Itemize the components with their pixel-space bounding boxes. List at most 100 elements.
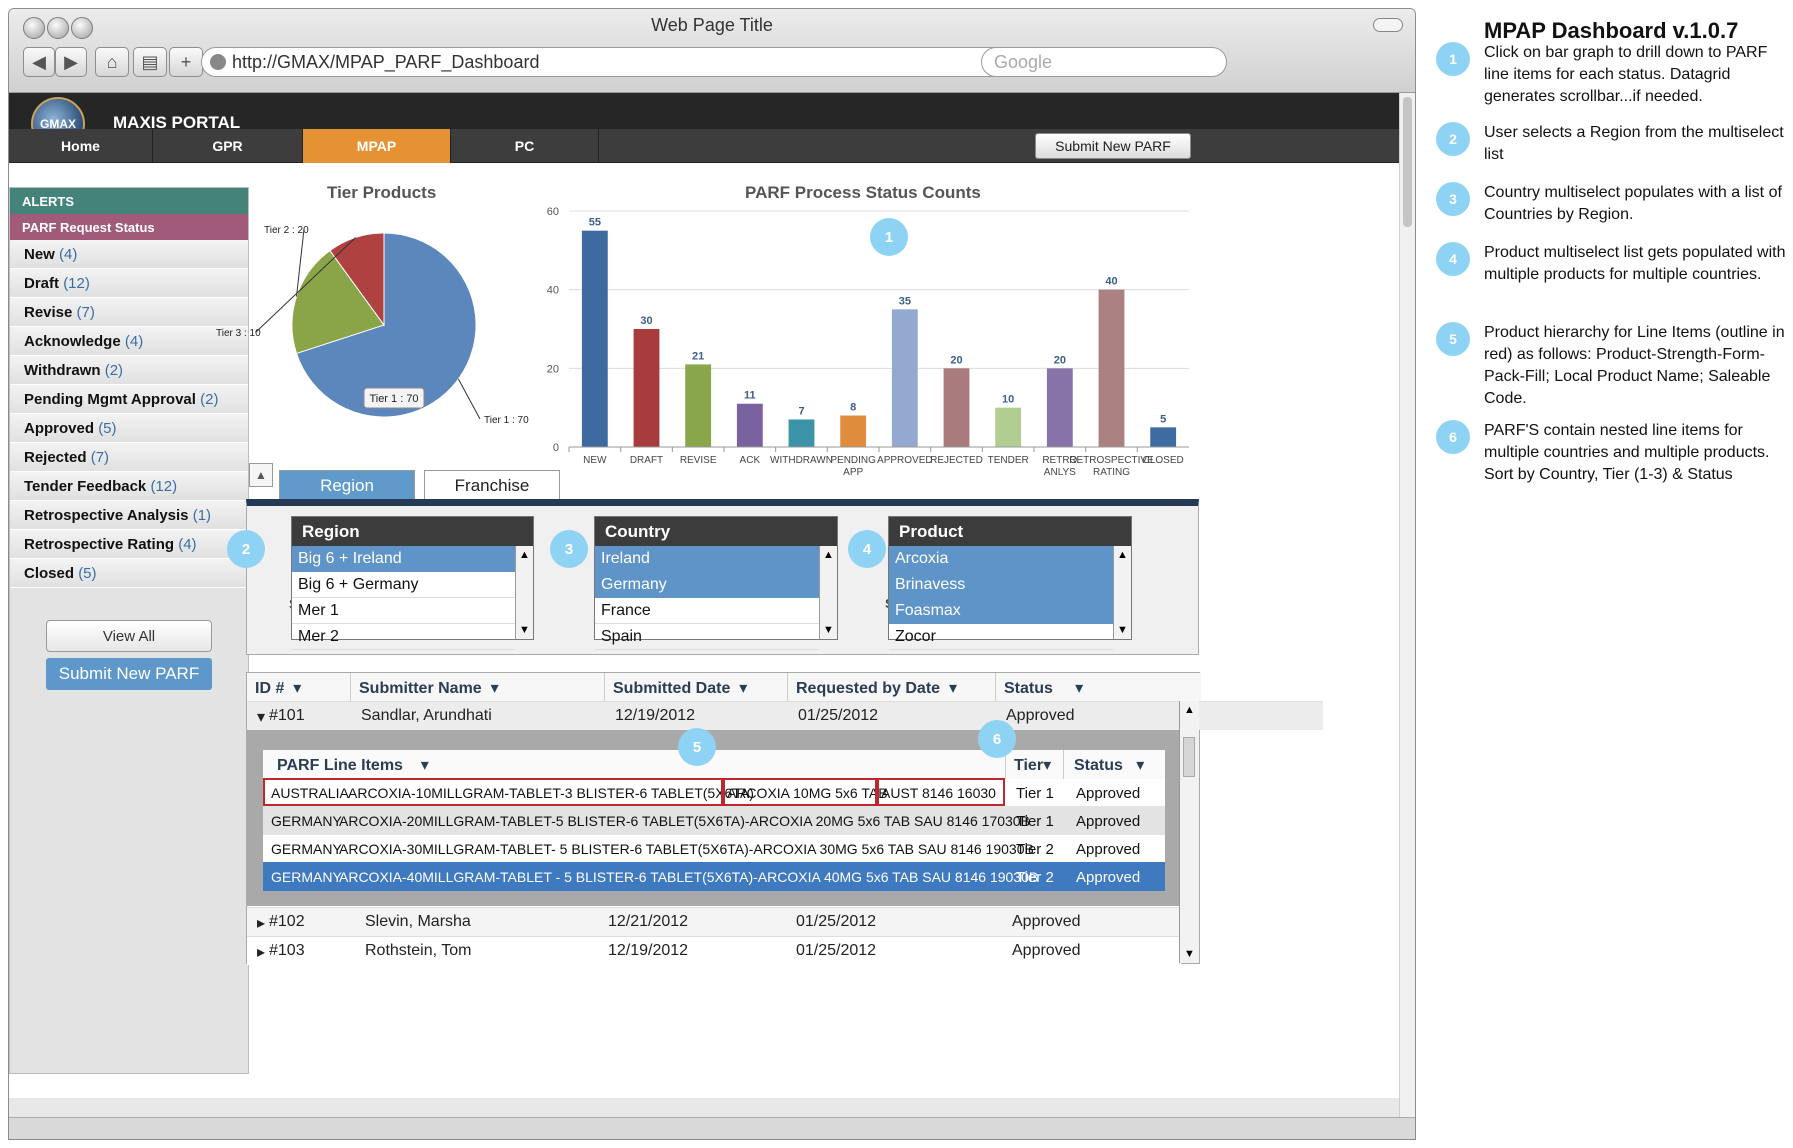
datagrid-scrollbar[interactable]: ▲ ▼	[1179, 701, 1199, 963]
bar-revise[interactable]	[685, 364, 712, 447]
status-item[interactable]: Tender Feedback (12)	[10, 472, 248, 501]
line-item-row[interactable]: GERMANY ARCOXIA-20MILLGRAM-TABLET-5 BLIS…	[263, 806, 1165, 835]
pie-tooltip: Tier 1 : 70	[363, 387, 425, 409]
product-option[interactable]: Zocor	[889, 624, 1113, 650]
nav-mpap[interactable]: MPAP	[303, 129, 451, 163]
bar-retro-anlys[interactable]	[1046, 368, 1073, 447]
bar-tender[interactable]	[995, 407, 1022, 447]
bar-value-label: 40	[1105, 276, 1117, 288]
status-item[interactable]: Withdrawn (2)	[10, 356, 248, 385]
print-icon[interactable]: ▤	[133, 47, 167, 77]
country-list-title: Country	[595, 517, 837, 546]
view-all-button[interactable]: View All	[46, 620, 212, 652]
scroll-thumb[interactable]	[1183, 737, 1195, 777]
page-scroll-thumb[interactable]	[1403, 97, 1412, 227]
col-line-status[interactable]: Status ▾	[1063, 750, 1165, 779]
collapse-panel-button[interactable]: ▲	[249, 463, 273, 487]
browser-titlebar: Web Page Title ◀ ▶ ⌂ ▤ + http://GMAX/MPA…	[9, 9, 1415, 93]
expand-icon: ▸	[257, 915, 266, 932]
dashboard-content: ALERTS PARF Request Status New (4) Draft …	[9, 163, 1401, 1098]
status-item[interactable]: Retrospective Rating (4)	[10, 530, 248, 559]
product-list-title: Product	[889, 517, 1131, 546]
product-option[interactable]: Brinavess	[889, 572, 1113, 598]
status-item[interactable]: Approved (5)	[10, 414, 248, 443]
country-multiselect[interactable]: Country Ireland Germany France Spain ▲ ▼	[594, 516, 838, 650]
status-item[interactable]: Retrospective Analysis (1)	[10, 501, 248, 530]
parf-request-status-header: PARF Request Status	[10, 214, 248, 240]
callout-2: 2	[227, 530, 265, 568]
notes-title: MPAP Dashboard v.1.0.7	[1484, 18, 1739, 43]
country-option[interactable]: Spain	[595, 624, 819, 650]
region-list-scrollbar[interactable]: ▲ ▼	[515, 546, 533, 639]
country-option[interactable]: Ireland	[595, 546, 819, 572]
bar-pending-app[interactable]	[840, 415, 867, 447]
country-option[interactable]: France	[595, 598, 819, 624]
table-row[interactable]: ▾ #101 Sandlar, Arundhati 12/19/2012 01/…	[247, 701, 1323, 730]
region-option[interactable]: Big 6 + Germany	[292, 572, 515, 598]
line-item-row[interactable]: GERMANY ARCOXIA-30MILLGRAM-TABLET- 5 BLI…	[263, 834, 1165, 863]
bar-withdrawn[interactable]	[788, 419, 815, 447]
table-row[interactable]: ▸ #102 Slevin, Marsha 12/21/2012 01/25/2…	[247, 907, 1181, 936]
region-multiselect[interactable]: Region Big 6 + Ireland Big 6 + Germany Mer…	[291, 516, 534, 650]
search-input[interactable]: Google	[981, 47, 1227, 77]
address-bar[interactable]: http://GMAX/MPAP_PARF_Dashboard	[201, 47, 1091, 77]
x-tick-label: CLOSED	[1143, 455, 1184, 466]
x-tick-label: APPROVED	[877, 455, 933, 466]
col-submitter[interactable]: Submitter Name ▾	[351, 673, 605, 701]
tab-region[interactable]: Region	[279, 470, 415, 500]
nav-home[interactable]: Home	[9, 129, 153, 163]
country-list-scrollbar[interactable]: ▲ ▼	[819, 546, 837, 639]
bar-new[interactable]	[581, 230, 608, 447]
window-title: Web Page Title	[651, 15, 773, 35]
nav-gpr[interactable]: GPR	[153, 129, 303, 163]
bar-closed[interactable]	[1150, 427, 1177, 447]
col-requested-date[interactable]: Requested by Date ▾	[788, 673, 996, 701]
line-item-row-selected[interactable]: GERMANY ARCOXIA-40MILLGRAM-TABLET - 5 BL…	[263, 862, 1165, 891]
back-icon[interactable]: ◀	[23, 47, 55, 77]
table-row[interactable]: ▸ #103 Rothstein, Tom 12/19/2012 01/25/2…	[247, 936, 1181, 965]
expand-icon: ▸	[257, 944, 266, 961]
x-tick-label: TENDER	[988, 455, 1029, 466]
status-item[interactable]: Revise (7)	[10, 298, 248, 327]
status-item[interactable]: Pending Mgmt Approval (2)	[10, 385, 248, 414]
status-item[interactable]: Draft (12)	[10, 269, 248, 298]
status-item[interactable]: Acknowledge (4)	[10, 327, 248, 356]
product-option[interactable]: Arcoxia	[889, 546, 1113, 572]
bar-draft[interactable]	[633, 329, 660, 447]
col-submitted-date[interactable]: Submitted Date ▾	[605, 673, 788, 701]
region-option[interactable]: Mer 2	[292, 624, 515, 650]
url-text: http://GMAX/MPAP_PARF_Dashboard	[232, 51, 540, 72]
col-tier[interactable]: Tier▾	[1005, 750, 1063, 779]
add-bookmark-icon[interactable]: +	[169, 47, 203, 77]
tab-franchise[interactable]: Franchise	[424, 470, 560, 500]
region-option[interactable]: Mer 1	[292, 598, 515, 624]
parf-status-bar-chart[interactable]: 0 20 40 60 55 NEW 30 DRAFT 21 REVISE 11 ACK 7 WITHDRA…	[529, 201, 1199, 481]
status-item[interactable]: New (4)	[10, 240, 248, 269]
page-scrollbar[interactable]	[1399, 93, 1415, 1123]
col-parf-line-items[interactable]: PARF Line Items ▾	[263, 750, 1005, 779]
col-status[interactable]: Status ▾	[996, 673, 1201, 701]
status-item[interactable]: Closed (5)	[10, 559, 248, 588]
bar-approved[interactable]	[891, 309, 918, 447]
sidebar-submit-new-parf-button[interactable]: Submit New PARF	[46, 658, 212, 690]
submit-new-parf-button[interactable]: Submit New PARF	[1035, 133, 1191, 159]
bar-rejected[interactable]	[943, 368, 970, 447]
forward-icon[interactable]: ▶	[55, 47, 87, 77]
bar-retrospective-rating[interactable]	[1098, 289, 1125, 447]
tier-products-pie-chart[interactable]: Tier 1 : 70 Tier 2 : 20 Tier 3 : 10 Tier 1 …	[214, 213, 544, 443]
toolbar-toggle-button[interactable]	[1373, 18, 1403, 32]
product-list-scrollbar[interactable]: ▲ ▼	[1113, 546, 1131, 639]
country-option[interactable]: Germany	[595, 572, 819, 598]
callout-1: 1	[870, 218, 908, 256]
nav-pc[interactable]: PC	[451, 129, 599, 163]
home-icon[interactable]: ⌂	[95, 47, 129, 77]
product-multiselect[interactable]: Product Arcoxia Brinavess Foasmax Zocor ▲ ▼	[888, 516, 1132, 650]
status-item[interactable]: Rejected (7)	[10, 443, 248, 472]
product-option[interactable]: Foasmax	[889, 598, 1113, 624]
saleable-code-outline	[877, 778, 1005, 806]
callout-6: 6	[978, 720, 1016, 758]
col-id[interactable]: ID # ▾	[247, 673, 351, 701]
region-option[interactable]: Big 6 + Ireland	[292, 546, 515, 572]
bar-chart-title: PARF Process Status Counts	[745, 183, 981, 202]
bar-ack[interactable]	[736, 403, 763, 447]
